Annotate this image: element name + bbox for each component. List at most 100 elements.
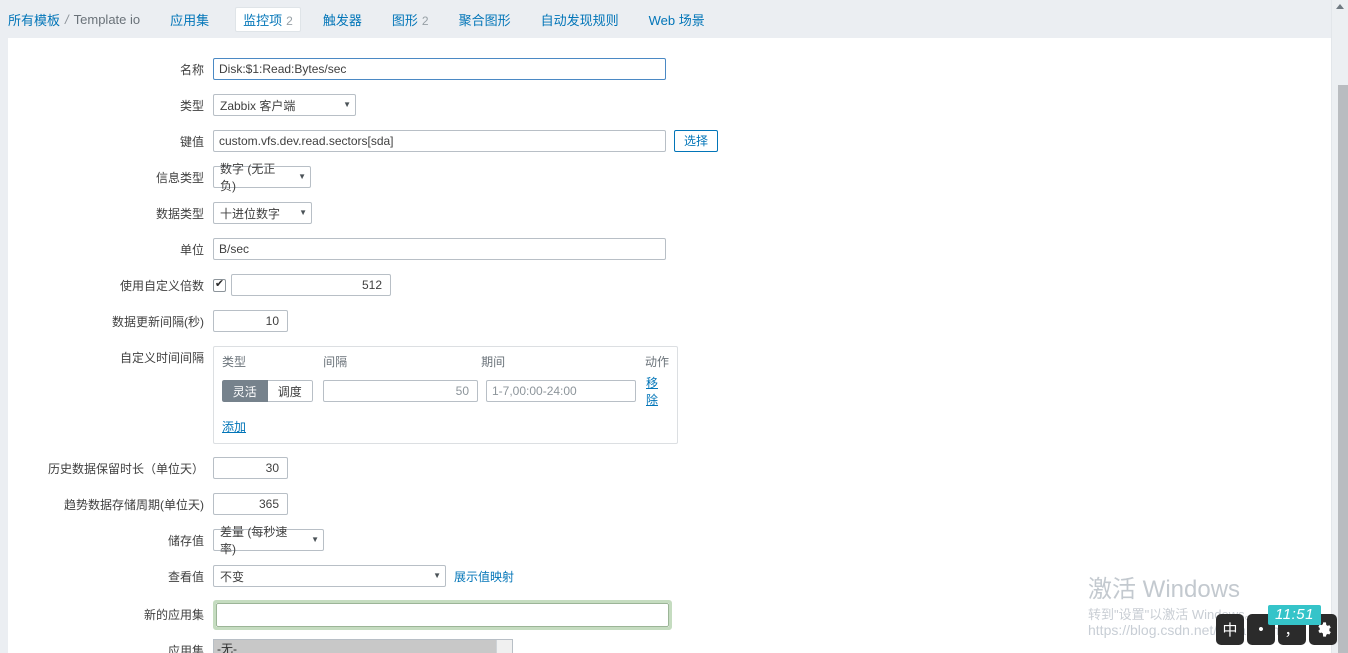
field-row-trends: 趋势数据存储周期(单位天)	[8, 493, 1331, 517]
tab-items-count: 2	[286, 13, 293, 28]
tab-graphs-count: 2	[421, 13, 429, 28]
data-type-select[interactable]: 十进位数字 ▼	[213, 202, 312, 224]
label-applications: 应用集	[167, 644, 204, 653]
label-store-value: 储存值	[167, 534, 204, 548]
custom-intervals-table: 类型 间隔 期间 动作 灵活 调度 移除 添加	[213, 346, 678, 444]
label-custom-intervals: 自定义时间间隔	[119, 351, 204, 365]
new-application-input[interactable]	[216, 603, 669, 627]
label-name: 名称	[179, 63, 204, 77]
field-row-units: 单位	[8, 238, 1331, 262]
history-input[interactable]	[213, 457, 288, 479]
ime-settings-button[interactable]	[1309, 614, 1337, 645]
field-row-history: 历史数据保留时长（单位天）	[8, 457, 1331, 481]
tab-discovery-rules-label: 自动发现规则	[540, 12, 619, 28]
tab-graphs[interactable]: 图形 2	[388, 7, 433, 32]
tab-web-scenarios[interactable]: Web 场景	[645, 7, 709, 32]
field-row-new-application: 新的应用集	[8, 600, 1331, 630]
label-info-type: 信息类型	[155, 171, 204, 185]
field-row-applications: 应用集 -无-	[8, 639, 1331, 653]
breadcrumb-all-templates[interactable]: 所有模板	[8, 10, 60, 29]
applications-listbox[interactable]: -无-	[213, 639, 513, 653]
page-vertical-scrollbar[interactable]	[1331, 0, 1348, 653]
label-show-value: 查看值	[167, 570, 204, 584]
name-input[interactable]	[213, 58, 666, 80]
tab-items-label: 监控项	[243, 12, 283, 28]
info-type-select[interactable]: 数字 (无正负) ▼	[213, 162, 311, 193]
interval-add-link[interactable]: 添加	[222, 420, 246, 434]
units-input[interactable]	[213, 238, 666, 260]
type-select-value: Zabbix 客户端	[220, 98, 296, 113]
store-value-select-value: 差量 (每秒速率)	[220, 525, 288, 556]
scrollbar-thumb[interactable]	[1338, 85, 1348, 653]
control-units	[213, 238, 666, 260]
tab-discovery-rules[interactable]: 自动发现规则	[537, 7, 623, 32]
tab-screens[interactable]: 聚合图形	[455, 7, 515, 32]
applications-listbox-scrollbar[interactable]	[496, 640, 512, 653]
field-row-custom-intervals: 自定义时间间隔 类型 间隔 期间 动作 灵活 调度 移除	[8, 346, 1331, 444]
header-type: 类型	[222, 355, 247, 369]
data-type-select-value: 十进位数字	[220, 206, 281, 221]
check-icon: ✔	[214, 278, 225, 290]
key-input[interactable]	[213, 130, 666, 152]
interval-value-input[interactable]	[323, 380, 478, 402]
applications-option-none[interactable]: -无-	[214, 640, 512, 653]
custom-intervals-add-row: 添加	[222, 418, 669, 435]
chevron-down-icon: ▼	[299, 208, 307, 217]
ime-mode-chinese-button[interactable]: 中	[1216, 614, 1244, 645]
ime-fullwidth-button[interactable]: •	[1247, 614, 1275, 645]
tab-triggers-label: 触发器	[322, 12, 362, 28]
chevron-down-icon: ▼	[343, 100, 351, 109]
interval-period-input[interactable]	[486, 380, 636, 402]
value-mapping-link[interactable]: 展示值映射	[454, 568, 514, 585]
tab-triggers[interactable]: 触发器	[319, 7, 366, 32]
update-interval-input[interactable]	[213, 310, 288, 332]
control-applications: -无-	[213, 639, 513, 653]
info-type-select-value: 数字 (无正负)	[220, 162, 276, 193]
control-type: Zabbix 客户端 ▼	[213, 94, 356, 116]
ime-toolbar[interactable]: 中 • ，	[1216, 614, 1337, 645]
field-row-name: 名称	[8, 58, 1331, 82]
control-key: 选择	[213, 130, 719, 152]
control-info-type: 数字 (无正负) ▼	[213, 162, 311, 193]
chevron-down-icon: ▼	[311, 535, 319, 544]
tab-graphs-label: 图形	[391, 12, 418, 28]
interval-type-scheduling-option[interactable]: 调度	[267, 380, 313, 402]
interval-type-toggle[interactable]: 灵活 调度	[222, 380, 313, 402]
field-row-data-type: 数据类型 十进位数字 ▼	[8, 202, 1331, 226]
header-interval: 间隔	[323, 355, 348, 369]
control-data-type: 十进位数字 ▼	[213, 202, 312, 224]
gear-icon	[1315, 621, 1332, 638]
store-value-select[interactable]: 差量 (每秒速率) ▼	[213, 525, 324, 556]
show-value-select[interactable]: 不变 ▼	[213, 565, 446, 587]
field-row-info-type: 信息类型 数字 (无正负) ▼	[8, 162, 1331, 193]
control-multiplier: ✔	[213, 274, 391, 296]
ime-punctuation-button[interactable]: ，	[1278, 614, 1306, 645]
breadcrumb-template-name[interactable]: Template io	[74, 12, 140, 27]
multiplier-checkbox[interactable]: ✔	[213, 278, 226, 292]
label-type: 类型	[179, 99, 204, 113]
label-new-application: 新的应用集	[143, 608, 204, 622]
label-data-type: 数据类型	[155, 207, 204, 221]
label-multiplier: 使用自定义倍数	[119, 279, 204, 293]
tab-web-scenarios-label: Web 场景	[648, 12, 705, 28]
trends-input[interactable]	[213, 493, 288, 515]
tab-applications[interactable]: 应用集	[166, 7, 213, 32]
interval-type-flexible-option[interactable]: 灵活	[222, 380, 268, 402]
new-application-focus-ring	[213, 600, 672, 630]
control-history	[213, 457, 288, 479]
interval-remove-link[interactable]: 移除	[646, 374, 669, 408]
type-select[interactable]: Zabbix 客户端 ▼	[213, 94, 356, 116]
label-update-interval: 数据更新间隔(秒)	[112, 315, 204, 329]
custom-intervals-header-row: 类型 间隔 期间 动作	[222, 353, 669, 374]
item-configuration-form: 名称 类型 Zabbix 客户端 ▼ 键值 选择 信息类型 数字 (无正负) ▼	[8, 38, 1331, 653]
header-action: 动作	[644, 355, 669, 369]
field-row-multiplier: 使用自定义倍数 ✔	[8, 274, 1331, 298]
key-select-button[interactable]: 选择	[674, 130, 719, 152]
tab-items[interactable]: 监控项 2	[235, 6, 301, 32]
multiplier-input[interactable]	[231, 274, 391, 296]
control-store-value: 差量 (每秒速率) ▼	[213, 525, 324, 556]
scroll-up-arrow-icon[interactable]	[1336, 4, 1344, 9]
label-units: 单位	[179, 243, 204, 257]
show-value-select-value: 不变	[220, 569, 245, 584]
chevron-down-icon: ▼	[433, 571, 441, 580]
